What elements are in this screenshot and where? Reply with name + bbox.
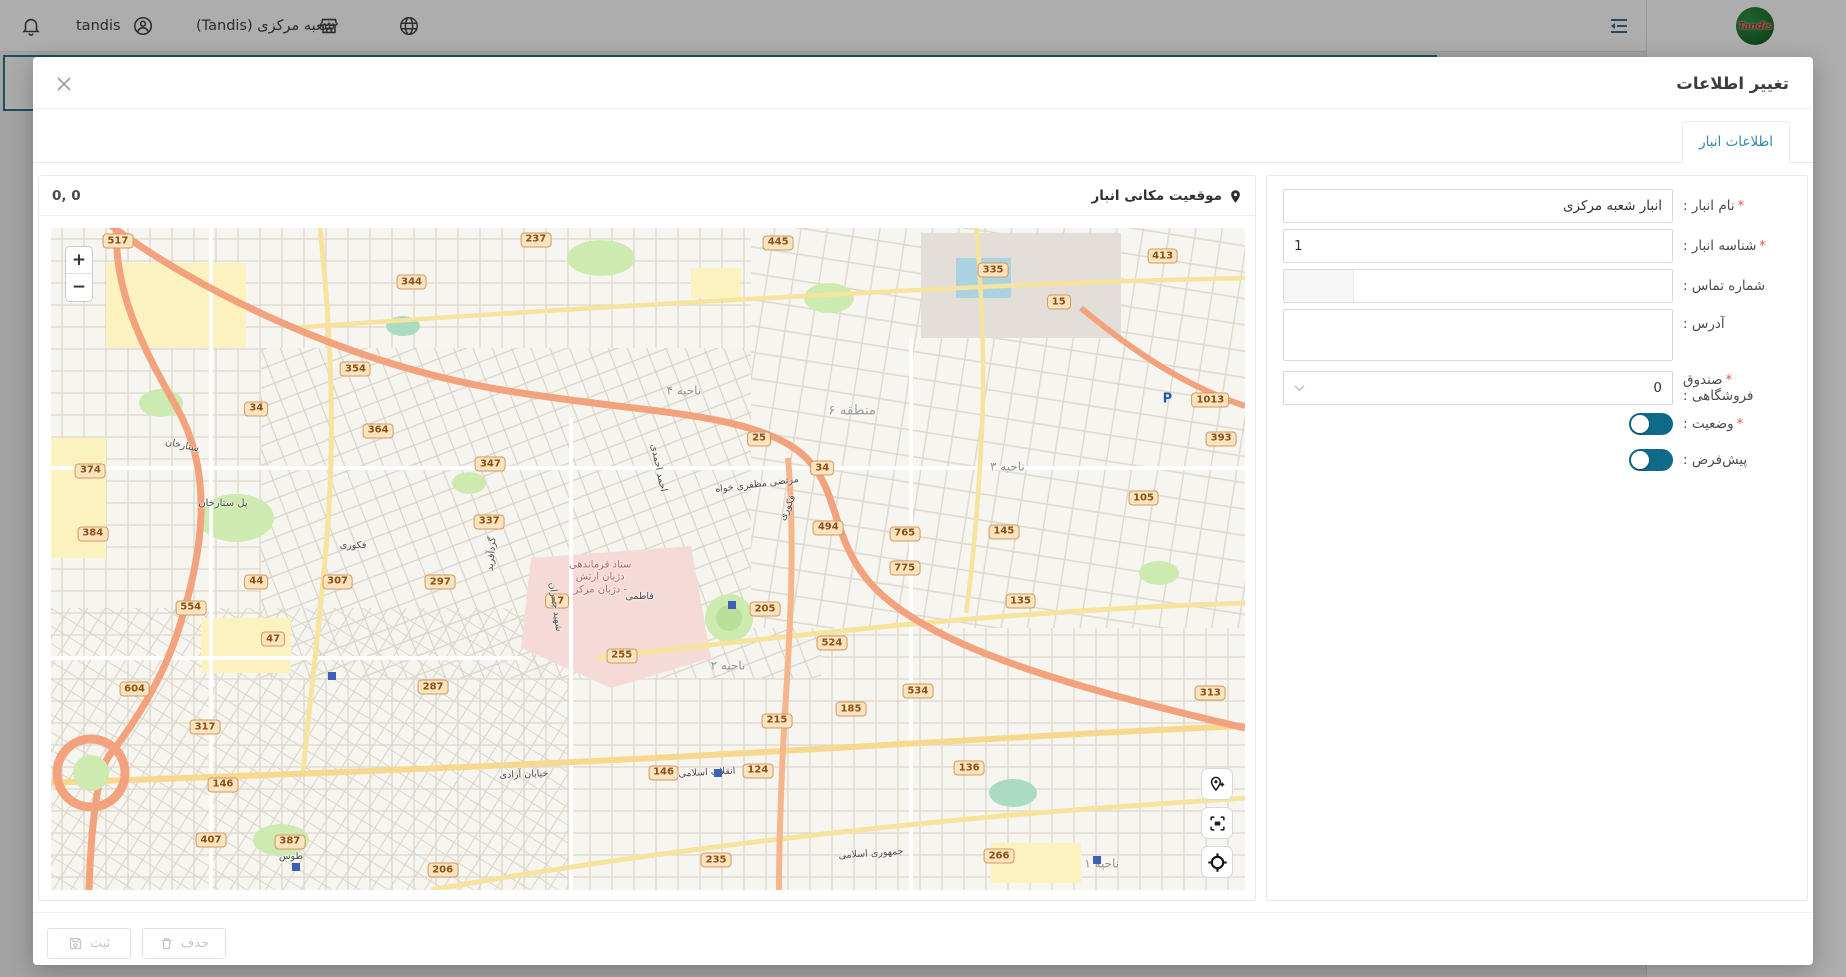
- tab-bar: اطلاعات انبار: [33, 109, 1813, 163]
- close-button[interactable]: [47, 67, 81, 101]
- zoom-out-button[interactable]: −: [66, 274, 92, 301]
- field-label: آدرس :: [1673, 309, 1791, 332]
- locate-me-button[interactable]: [1201, 846, 1233, 878]
- form-row-phone: شماره تماس :: [1283, 269, 1791, 303]
- field-label: شماره تماس :: [1673, 278, 1791, 294]
- field-label: *صندوق فروشگاهی :: [1673, 372, 1791, 404]
- save-button[interactable]: ثبت: [47, 928, 131, 959]
- station-marker: [328, 672, 336, 680]
- form-row-name: *نام انبار :: [1283, 189, 1791, 223]
- address-textarea[interactable]: [1283, 309, 1673, 361]
- add-marker-button[interactable]: [1201, 768, 1233, 800]
- dialog-footer: ثبت حذف: [33, 912, 1813, 965]
- close-icon: [56, 76, 72, 92]
- cashbox-select[interactable]: 0: [1283, 371, 1673, 405]
- field-label: *وضعیت :: [1673, 416, 1791, 432]
- required-asterisk: *: [1737, 417, 1744, 432]
- form-row-address: آدرس :: [1283, 309, 1791, 361]
- map-canvas[interactable]: 5172374454133443351535410133436425393347…: [51, 228, 1245, 890]
- map-panel-title: موقعیت مکانی انبار: [1091, 176, 1243, 216]
- zoom-in-button[interactable]: +: [66, 247, 92, 274]
- save-floppy-icon: [68, 936, 83, 951]
- trash-icon: [159, 936, 174, 951]
- dialog-header: تغییر اطلاعات: [33, 57, 1813, 109]
- form-row-status: *وضعیت :: [1283, 413, 1791, 435]
- field-label: *نام انبار :: [1673, 198, 1791, 214]
- warehouse-name-input[interactable]: [1283, 189, 1673, 223]
- tab-warehouse-info[interactable]: اطلاعات انبار: [1682, 121, 1790, 163]
- map-pois: P: [51, 228, 1245, 890]
- dialog-title: تغییر اطلاعات: [1676, 57, 1789, 109]
- map-tool-buttons: [1201, 768, 1233, 878]
- focus-frame-icon: [1208, 814, 1227, 833]
- fit-bounds-button[interactable]: [1201, 807, 1233, 839]
- form-row-id: *شناسه انبار :: [1283, 229, 1791, 263]
- phone-prefix-addon[interactable]: [1284, 270, 1354, 302]
- status-toggle[interactable]: [1629, 413, 1673, 435]
- field-label: *شناسه انبار :: [1673, 238, 1791, 254]
- map-panel-header: 0, 0 موقعیت مکانی انبار: [39, 176, 1255, 216]
- cashbox-selected-value: 0: [1653, 380, 1662, 396]
- form-row-cashbox: *صندوق فروشگاهی : 0: [1283, 371, 1791, 405]
- phone-input-group: [1283, 269, 1673, 303]
- application-window: tandis شعبه مرکزی (Tandis) Tandis: [0, 0, 1846, 977]
- warehouse-form: *نام انبار : *شناسه انبار : شماره تماس :…: [1266, 175, 1808, 901]
- station-marker: [714, 769, 722, 777]
- map-panel: 0, 0 موقعیت مکانی انبار: [38, 175, 1256, 901]
- station-marker: [292, 863, 300, 871]
- required-asterisk: *: [1726, 373, 1733, 388]
- required-asterisk: *: [1759, 239, 1766, 254]
- crosshair-icon: [1207, 852, 1228, 873]
- station-marker: [728, 601, 736, 609]
- form-row-default: پیش‌فرض :: [1283, 449, 1791, 471]
- parking-poi-label: P: [1163, 392, 1173, 407]
- pin-plus-icon: [1208, 775, 1227, 794]
- required-asterisk: *: [1738, 199, 1745, 214]
- default-toggle[interactable]: [1629, 449, 1673, 471]
- edit-info-dialog: تغییر اطلاعات اطلاعات انبار 0, 0 موقعیت …: [33, 57, 1813, 965]
- location-pin-icon: [1228, 189, 1243, 204]
- field-label: پیش‌فرض :: [1673, 452, 1791, 468]
- station-marker: [1093, 856, 1101, 864]
- warehouse-id-input[interactable]: [1283, 229, 1673, 263]
- chevron-down-icon: [1294, 384, 1305, 392]
- delete-button[interactable]: حذف: [142, 928, 226, 959]
- map-coordinates: 0, 0: [52, 176, 81, 216]
- map-zoom-control: + −: [65, 246, 93, 302]
- phone-input[interactable]: [1354, 270, 1672, 302]
